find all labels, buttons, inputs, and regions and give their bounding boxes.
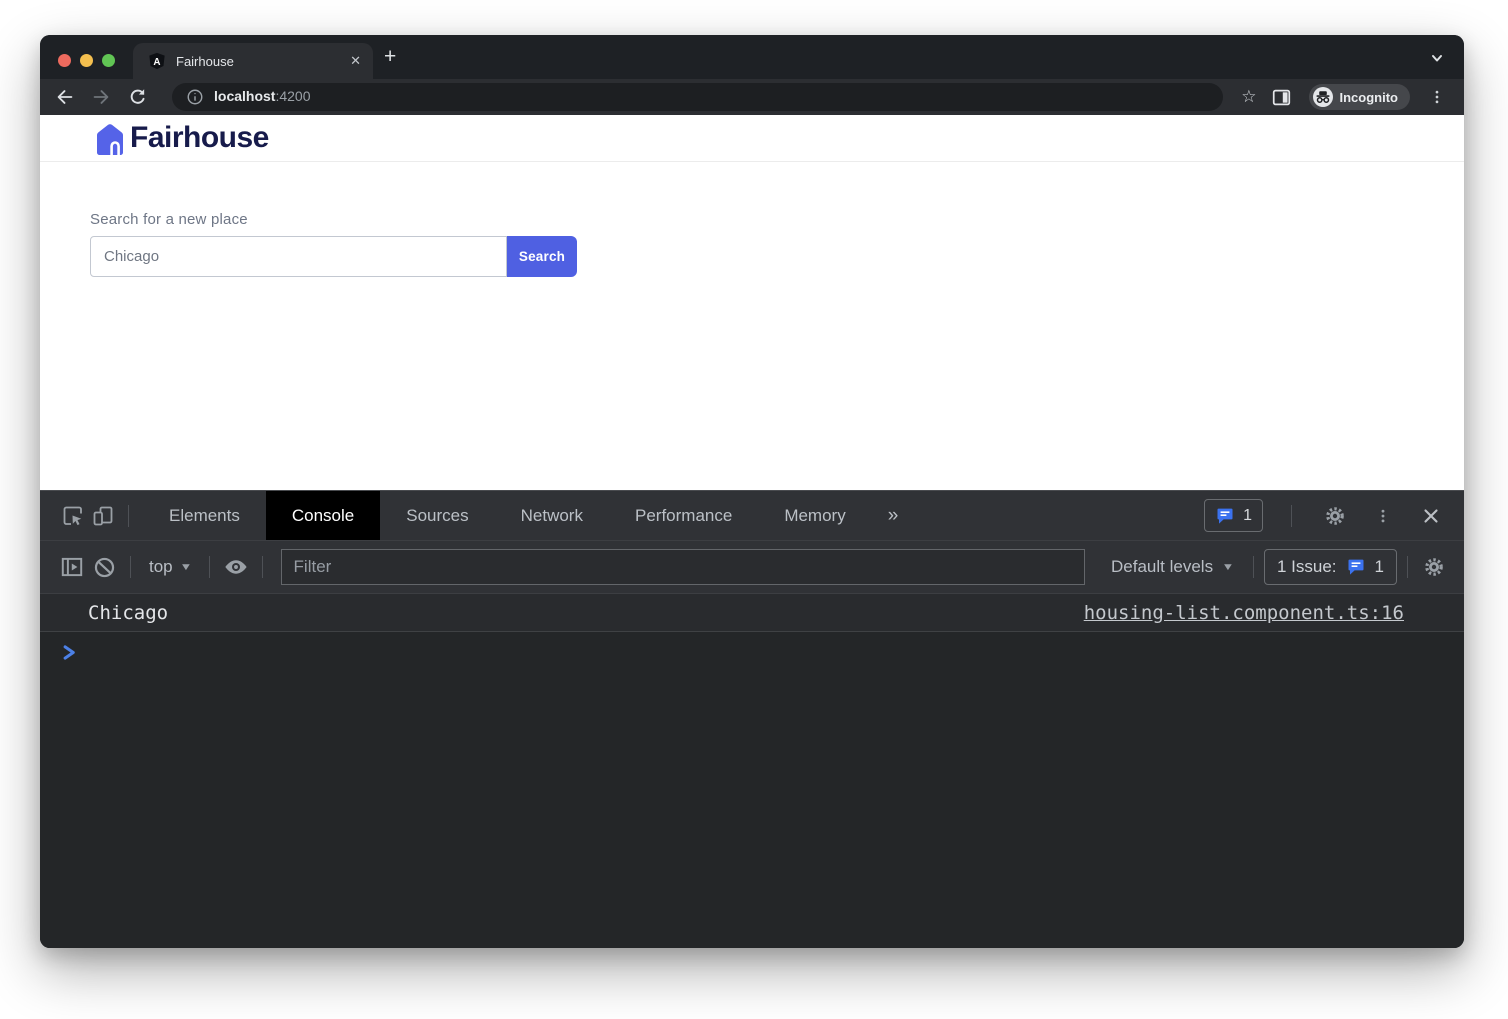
brand-name: Fairhouse <box>130 121 269 155</box>
angular-favicon-icon: A <box>148 52 166 70</box>
issues-count: 1 <box>1375 557 1384 577</box>
browser-toolbar: localhost:4200 ☆ Incognito <box>40 79 1464 115</box>
divider <box>130 556 131 578</box>
search-button[interactable]: Search <box>507 236 577 277</box>
tab-close-icon[interactable]: ✕ <box>350 53 361 69</box>
site-info-icon[interactable] <box>186 88 204 106</box>
console-empty-area[interactable] <box>40 672 1464 948</box>
new-tab-button[interactable]: + <box>384 47 396 67</box>
devtools-tabs: Elements Console Sources Network Perform… <box>143 491 872 540</box>
close-devtools-icon[interactable] <box>1416 507 1446 525</box>
url-text: localhost:4200 <box>214 88 311 106</box>
browser-window: A Fairhouse ✕ + <box>40 35 1464 948</box>
svg-text:A: A <box>153 57 160 68</box>
issues-button[interactable]: 1 Issue: 1 <box>1264 549 1397 585</box>
divider <box>1291 505 1292 527</box>
issues-counter-count: 1 <box>1243 507 1252 525</box>
chevron-down-icon: ▼ <box>1222 562 1235 573</box>
prompt-chevron-icon <box>62 645 77 660</box>
page-content: Fairhouse Search for a new place Search <box>40 115 1464 490</box>
search-label: Search for a new place <box>90 211 1464 228</box>
console-toolbar: top ▼ Default levels ▼ 1 Issue: <box>40 541 1464 594</box>
chat-bubble-icon <box>1346 557 1366 577</box>
divider <box>128 505 129 527</box>
divider <box>209 556 210 578</box>
levels-label: Default levels <box>1111 557 1213 577</box>
forward-icon[interactable] <box>88 84 114 110</box>
inspect-element-icon[interactable] <box>58 504 88 528</box>
browser-menu-kebab-icon[interactable] <box>1424 84 1450 110</box>
incognito-icon <box>1313 87 1333 107</box>
tab-sources[interactable]: Sources <box>380 491 494 540</box>
divider <box>1407 556 1408 578</box>
browser-tab-fairhouse[interactable]: A Fairhouse ✕ <box>133 43 373 79</box>
chat-bubble-icon <box>1215 506 1235 526</box>
console-prompt[interactable] <box>40 632 1464 672</box>
incognito-label: Incognito <box>1340 90 1399 105</box>
traffic-lights <box>58 54 115 67</box>
console-sidebar-icon[interactable] <box>56 554 88 580</box>
devtools-tabbar: Elements Console Sources Network Perform… <box>40 491 1464 541</box>
address-bar[interactable]: localhost:4200 <box>172 83 1223 111</box>
search-input[interactable] <box>90 236 507 277</box>
search-section: Search for a new place Search <box>40 162 1464 277</box>
devtools-menu-kebab-icon[interactable] <box>1368 507 1398 525</box>
javascript-context-dropdown[interactable]: top ▼ <box>141 557 199 577</box>
close-window-button[interactable] <box>58 54 71 67</box>
minimize-window-button[interactable] <box>80 54 93 67</box>
incognito-badge: Incognito <box>1309 84 1411 110</box>
console-settings-gear-icon[interactable] <box>1418 555 1450 579</box>
tab-search-chevron-icon[interactable] <box>1430 51 1444 65</box>
log-levels-dropdown[interactable]: Default levels ▼ <box>1101 557 1243 577</box>
brand-logo: Fairhouse <box>90 118 269 158</box>
reload-icon[interactable] <box>124 84 150 110</box>
tab-strip: A Fairhouse ✕ + <box>40 35 1464 79</box>
console-log-row: Chicago housing-list.component.ts:16 <box>40 594 1464 632</box>
console-source-link[interactable]: housing-list.component.ts:16 <box>1084 602 1404 624</box>
clear-console-icon[interactable] <box>88 555 120 580</box>
divider <box>1253 556 1254 578</box>
context-label: top <box>149 557 173 577</box>
side-panel-icon[interactable] <box>1269 84 1295 110</box>
url-port: :4200 <box>275 88 310 104</box>
console-filter-input[interactable] <box>281 549 1085 585</box>
tab-memory[interactable]: Memory <box>758 491 871 540</box>
tab-title: Fairhouse <box>176 54 340 69</box>
chevron-down-icon: ▼ <box>179 562 192 573</box>
back-icon[interactable] <box>52 84 78 110</box>
live-expression-eye-icon[interactable] <box>220 554 252 580</box>
tab-console[interactable]: Console <box>266 491 380 540</box>
divider <box>262 556 263 578</box>
app-header: Fairhouse <box>40 115 1464 162</box>
tab-network[interactable]: Network <box>495 491 609 540</box>
device-toolbar-icon[interactable] <box>88 504 118 528</box>
devtools-panel: Elements Console Sources Network Perform… <box>40 490 1464 948</box>
maximize-window-button[interactable] <box>102 54 115 67</box>
more-tabs-icon[interactable]: » <box>872 505 915 527</box>
bookmark-star-icon[interactable]: ☆ <box>1241 87 1256 107</box>
settings-gear-icon[interactable] <box>1320 504 1350 528</box>
console-log-message: Chicago <box>88 602 168 624</box>
issues-label: 1 Issue: <box>1277 557 1337 577</box>
issues-counter-button[interactable]: 1 <box>1204 499 1263 532</box>
tab-performance[interactable]: Performance <box>609 491 758 540</box>
tab-elements[interactable]: Elements <box>143 491 266 540</box>
house-icon <box>90 118 130 158</box>
url-host: localhost <box>214 88 275 104</box>
